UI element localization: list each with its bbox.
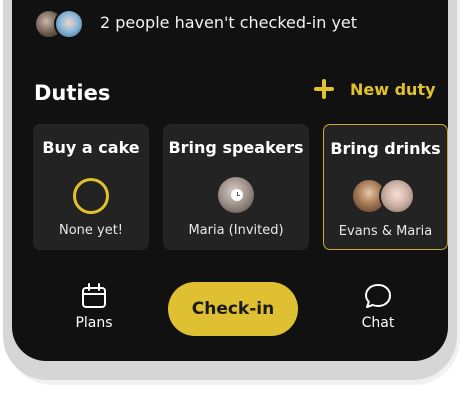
nav-plans-label: Plans: [75, 315, 113, 331]
duty-title: Bring drinks: [330, 139, 441, 158]
new-duty-button[interactable]: New duty: [314, 79, 436, 99]
avatar: [379, 178, 415, 214]
nav-chat[interactable]: Chat: [350, 282, 406, 331]
duty-assignee: Maria (Invited): [188, 223, 284, 238]
pending-avatars: [34, 9, 86, 39]
nav-plans[interactable]: Plans: [64, 282, 124, 331]
duty-assignee: Evans & Maria: [338, 224, 433, 239]
avatar: [218, 177, 254, 213]
duty-assignee: None yet!: [58, 223, 124, 238]
clock-icon: [231, 189, 243, 201]
avatar: [54, 9, 84, 39]
plus-icon: [314, 79, 334, 99]
chat-bubble-icon: [365, 284, 391, 308]
checkin-notice: 2 people haven't checked-in yet: [100, 13, 358, 32]
duty-card-bring-drinks[interactable]: Bring drinks Evans & Maria: [323, 124, 448, 250]
duty-title: Buy a cake: [42, 138, 140, 157]
calendar-icon: [82, 283, 106, 308]
duty-card-bring-speakers[interactable]: Bring speakers Maria (Invited): [163, 124, 309, 250]
duties-heading: Duties: [34, 81, 111, 105]
app-screen: 2 people haven't checked-in yet Duties N…: [12, 0, 448, 361]
duty-title: Bring speakers: [168, 138, 304, 157]
new-duty-label: New duty: [350, 79, 436, 99]
empty-assignee-ring: [73, 178, 109, 214]
duty-card-buy-a-cake[interactable]: Buy a cake None yet!: [33, 124, 149, 250]
nav-chat-label: Chat: [361, 315, 395, 331]
check-in-button[interactable]: Check-in: [168, 282, 298, 336]
